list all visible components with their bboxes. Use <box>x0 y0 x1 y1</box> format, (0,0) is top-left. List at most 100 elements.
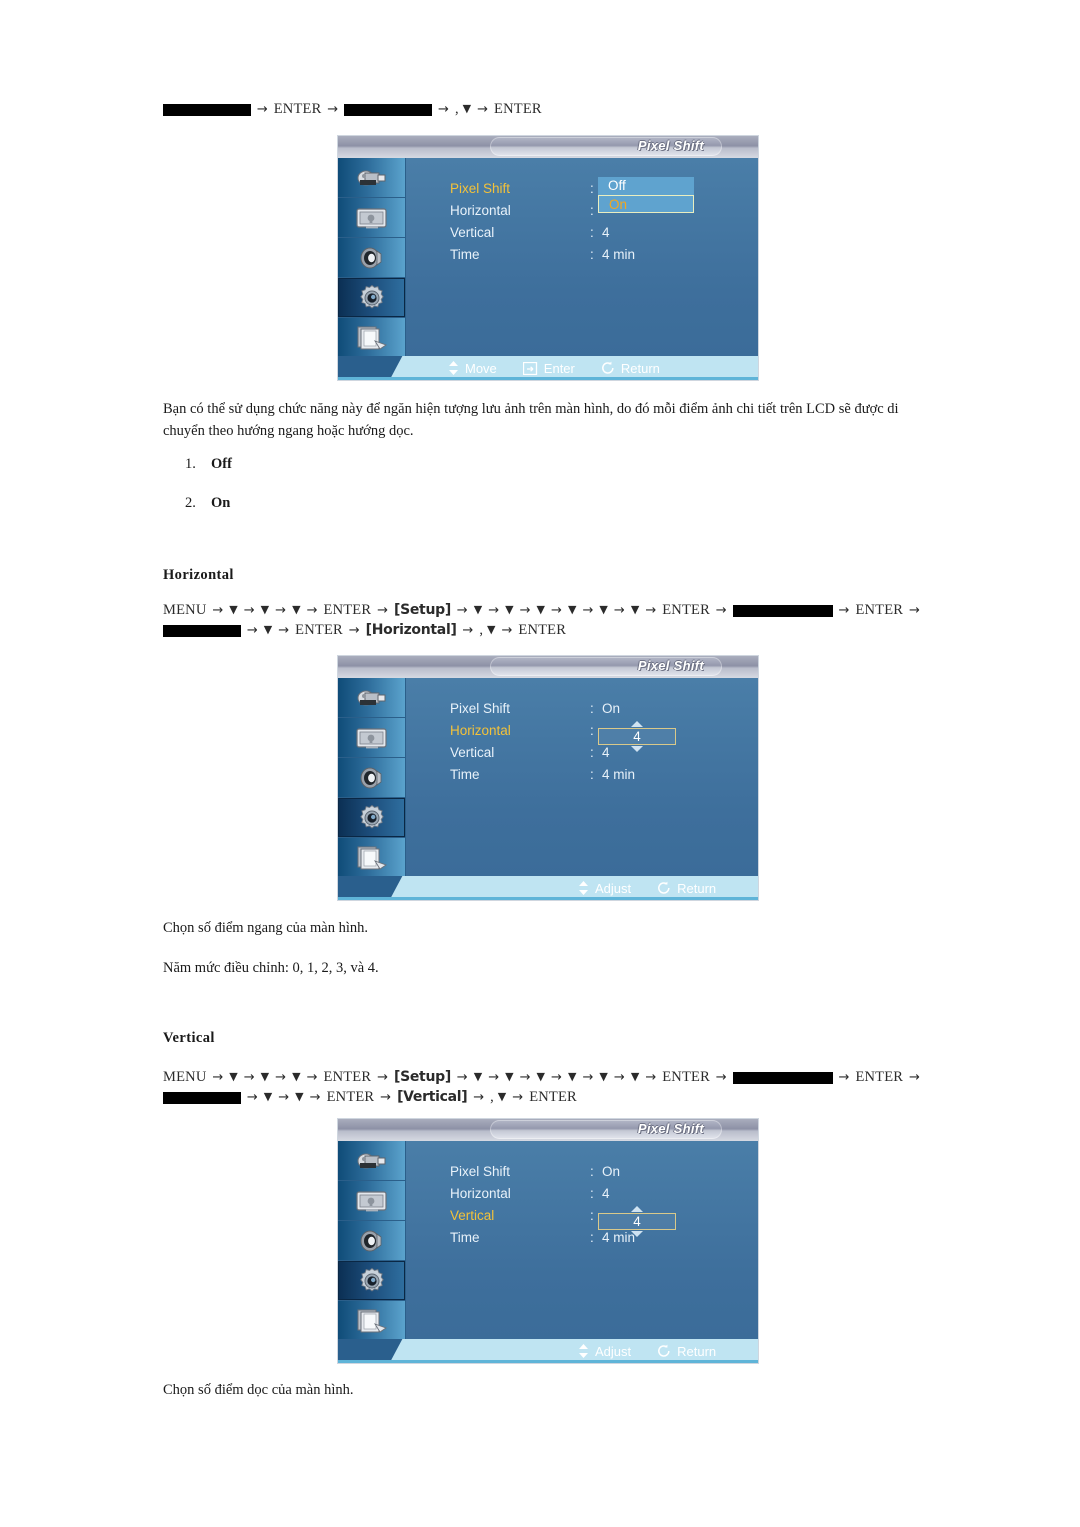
multi-control-icon <box>356 1308 388 1334</box>
osd-underline <box>338 897 758 900</box>
sidebar-item-multi-control[interactable] <box>338 318 405 358</box>
path-arrow-icon: → <box>838 603 850 618</box>
down-arrow-icon: ▼ <box>536 1070 546 1083</box>
horizontal-heading: Horizontal <box>163 567 234 583</box>
osd-hint-label: Adjust <box>595 880 632 896</box>
picture-screen-icon <box>355 1189 389 1213</box>
osd-row-colon: : <box>590 181 594 196</box>
osd-row-pixel-shift[interactable]: Pixel Shift : On <box>450 1163 750 1185</box>
spinner-down-arrow-icon[interactable] <box>631 1231 643 1237</box>
osd-sidebar <box>338 1141 406 1341</box>
path-key-token: , <box>490 1089 494 1105</box>
path-arrow-icon: → <box>613 1070 625 1085</box>
path-arrow-icon: → <box>512 1090 524 1105</box>
sidebar-item-setup[interactable] <box>338 1261 405 1301</box>
osd-title-text: Pixel Shift <box>637 1121 704 1136</box>
sidebar-item-input-source[interactable] <box>338 1141 405 1181</box>
sidebar-item-picture[interactable] <box>338 718 405 758</box>
osd-row-label: Vertical <box>450 745 495 760</box>
down-arrow-icon: ▼ <box>599 603 609 616</box>
down-arrow-icon: ▼ <box>599 1070 609 1083</box>
picture-screen-icon <box>355 726 389 750</box>
sidebar-item-sound[interactable] <box>338 1221 405 1261</box>
vertical-navpath-line1: MENU → ▼ → ▼ → ▼ → ENTER → [Setup] → ▼ →… <box>163 1067 922 1088</box>
path-key-token: ENTER <box>295 622 343 638</box>
sidebar-item-multi-control[interactable] <box>338 1301 405 1341</box>
osd-hint-adjust: Adjust <box>578 1344 631 1359</box>
path-arrow-icon: → <box>438 102 450 117</box>
down-arrow-icon: ▼ <box>229 603 238 616</box>
dropdown-option-on[interactable]: On <box>598 195 694 213</box>
sound-speaker-icon <box>359 766 385 790</box>
sidebar-item-multi-control[interactable] <box>338 838 405 878</box>
sidebar-item-setup[interactable] <box>338 278 405 318</box>
osd-title-pill: Pixel Shift <box>490 137 722 156</box>
osd-row-horizontal[interactable]: Horizontal : 4 <box>450 721 750 752</box>
osd-row-time[interactable]: Time : 4 min <box>450 246 750 268</box>
sidebar-item-input-source[interactable] <box>338 158 405 198</box>
pixel-shift-navpath: → ENTER → → , ▼ → ENTER <box>163 99 542 120</box>
osd-row-colon: : <box>590 1186 594 1201</box>
path-arrow-icon: → <box>582 603 594 618</box>
spinner-value[interactable]: 4 <box>598 1213 676 1230</box>
osd-body: Pixel Shift : Off On Horizontal : Vertic… <box>338 158 758 380</box>
path-key-token: , <box>454 101 459 117</box>
input-source-icon <box>354 166 390 190</box>
osd-row-colon: : <box>590 225 594 240</box>
sidebar-item-sound[interactable] <box>338 758 405 798</box>
down-arrow-icon: ▼ <box>505 603 514 616</box>
sidebar-item-sound[interactable] <box>338 238 405 278</box>
spinner-value[interactable]: 4 <box>598 728 676 745</box>
osd-hint-adjust: Adjust <box>578 881 631 896</box>
osd-row-label: Vertical <box>450 225 495 240</box>
path-arrow-icon: → <box>473 1090 485 1105</box>
return-arrow-icon <box>601 361 615 375</box>
path-arrow-icon: → <box>838 1070 850 1085</box>
path-arrow-icon: → <box>551 603 563 618</box>
dropdown-option-off[interactable]: Off <box>598 177 694 195</box>
path-arrow-icon: → <box>309 1090 321 1105</box>
horizontal-navpath-line2: → ▼ → ENTER → [Horizontal] → , ▼ → ENTER <box>163 620 566 641</box>
vertical-spinner[interactable]: 4 <box>598 1206 676 1237</box>
osd-row-vertical[interactable]: Vertical : 4 <box>450 1206 750 1237</box>
osd-underline <box>338 377 758 380</box>
horizontal-spinner[interactable]: 4 <box>598 721 676 752</box>
path-arrow-icon: → <box>212 603 224 618</box>
pixel-shift-dropdown[interactable]: Off On <box>598 177 694 213</box>
path-arrow-icon: → <box>645 1070 657 1085</box>
osd-title-bar: Pixel Shift <box>338 656 758 678</box>
sidebar-item-input-source[interactable] <box>338 678 405 718</box>
path-arrow-icon: → <box>519 603 531 618</box>
osd-hint-return: Return <box>657 1344 716 1359</box>
osd-hint-label: Return <box>677 880 717 896</box>
redacted-image-block <box>732 1071 833 1084</box>
pixel-shift-option-1: 1. Off <box>185 454 232 474</box>
osd-row-colon: : <box>590 1230 594 1245</box>
path-arrow-icon: → <box>551 1070 563 1085</box>
osd-row-horizontal[interactable]: Horizontal : 4 <box>450 1185 750 1207</box>
sidebar-item-picture[interactable] <box>338 1181 405 1221</box>
sidebar-item-setup[interactable] <box>338 798 405 838</box>
multi-control-icon <box>356 845 388 871</box>
osd-row-pixel-shift[interactable]: Pixel Shift : Off On <box>450 177 750 213</box>
osd-sidebar <box>338 158 406 358</box>
path-menu-token: [Setup] <box>393 602 451 618</box>
spinner-up-arrow-icon[interactable] <box>631 1206 643 1212</box>
spinner-up-arrow-icon[interactable] <box>631 721 643 727</box>
osd-rows-3: Pixel Shift : On Horizontal : 4 Vertical… <box>450 1163 750 1251</box>
sidebar-item-picture[interactable] <box>338 198 405 238</box>
vertical-navpath-line2: → ▼ → ▼ → ENTER → [Vertical] → , ▼ → ENT… <box>163 1087 577 1108</box>
horizontal-note: Năm mức điều chỉnh: 0, 1, 2, 3, và 4. <box>163 960 379 976</box>
input-source-icon <box>354 1149 390 1173</box>
osd-row-vertical[interactable]: Vertical : 4 <box>450 224 750 246</box>
osd-hint-return: Return <box>657 881 716 896</box>
osd-row-time[interactable]: Time : 4 min <box>450 766 750 788</box>
spinner-down-arrow-icon[interactable] <box>631 746 643 752</box>
updown-arrow-icon <box>448 361 459 375</box>
down-arrow-icon: ▼ <box>260 1070 270 1083</box>
down-arrow-icon: ▼ <box>536 603 546 616</box>
path-key-token: MENU <box>163 1069 207 1085</box>
osd-row-pixel-shift[interactable]: Pixel Shift : On <box>450 700 750 722</box>
down-arrow-icon: ▼ <box>260 603 270 616</box>
path-arrow-icon: → <box>256 102 268 117</box>
